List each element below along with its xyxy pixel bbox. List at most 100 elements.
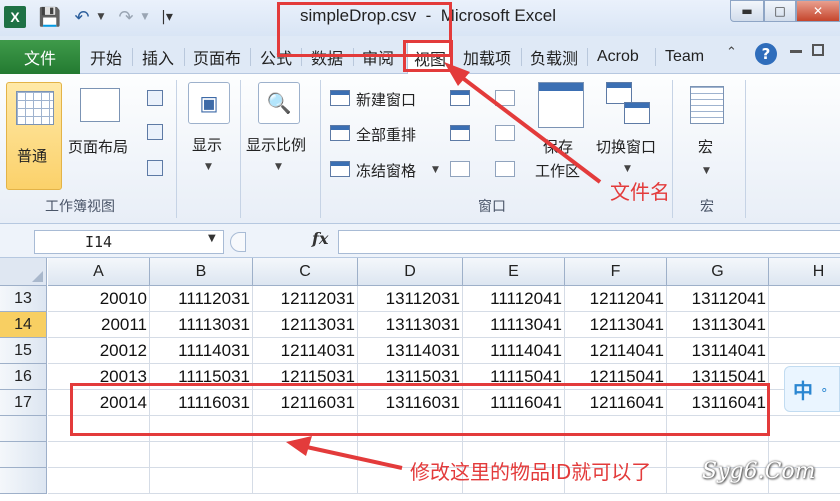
tab-team[interactable]: Team	[665, 40, 704, 74]
cell[interactable]: 12114031	[253, 338, 358, 364]
page-layout-button[interactable]: 页面布局	[68, 136, 128, 157]
cell[interactable]: 12113031	[253, 312, 358, 338]
tab-load-test[interactable]: 负载测	[530, 40, 578, 74]
select-all-corner[interactable]	[0, 258, 47, 286]
redo-icon[interactable]: ↷	[116, 6, 136, 28]
insert-function-icon[interactable]: fx	[312, 229, 328, 248]
cell[interactable]: 20010	[48, 286, 150, 312]
cell[interactable]: 13113041	[667, 312, 769, 338]
ribbon-collapse-icon[interactable]: ⌃	[726, 45, 737, 60]
formula-input[interactable]	[338, 230, 840, 254]
zoom-dropdown-icon[interactable]: ▼	[275, 162, 282, 172]
excel-app-icon[interactable]: X	[4, 6, 26, 28]
custom-views-icon[interactable]	[147, 124, 163, 140]
view-side-by-side-icon[interactable]	[495, 90, 515, 106]
cell[interactable]: 11112041	[463, 286, 565, 312]
column-header-h[interactable]: H	[769, 258, 840, 286]
ime-language-indicator[interactable]: 中 °	[784, 366, 840, 412]
cell[interactable]: 12112031	[253, 286, 358, 312]
reset-window-position-icon[interactable]	[495, 161, 515, 177]
tab-acrobat[interactable]: Acrob	[597, 40, 639, 74]
cell[interactable]: 20012	[48, 338, 150, 364]
workbook-minimize-icon[interactable]	[790, 50, 802, 53]
cell[interactable]	[48, 468, 150, 494]
tab-insert[interactable]: 插入	[142, 40, 174, 74]
row-header[interactable]: 16	[0, 364, 47, 390]
cell[interactable]: 11114041	[463, 338, 565, 364]
name-box-dropdown-icon[interactable]: ▼	[208, 233, 216, 244]
redo-dropdown-icon[interactable]: ▼	[140, 6, 150, 28]
macros-dropdown-icon[interactable]: ▼	[703, 166, 710, 176]
name-box[interactable]: I14	[34, 230, 224, 254]
cell[interactable]	[769, 286, 840, 312]
page-break-preview-icon[interactable]	[147, 90, 163, 106]
row-header[interactable]: 13	[0, 286, 47, 312]
formula-bar-resize-handle[interactable]	[230, 232, 246, 252]
row-header[interactable]: 14	[0, 312, 47, 338]
cell[interactable]: 11114031	[150, 338, 253, 364]
freeze-panes-dropdown-icon[interactable]: ▼	[432, 165, 439, 175]
help-icon[interactable]: ?	[755, 43, 777, 65]
column-header-f[interactable]: F	[565, 258, 667, 286]
row-header[interactable]: 17	[0, 390, 47, 416]
workbook-restore-icon[interactable]	[812, 44, 824, 56]
cell[interactable]	[769, 338, 840, 364]
row-header[interactable]	[0, 416, 47, 442]
cell[interactable]: 13114041	[667, 338, 769, 364]
cell[interactable]: 20011	[48, 312, 150, 338]
switch-windows-dropdown-icon[interactable]: ▼	[624, 164, 631, 174]
cell[interactable]	[253, 442, 358, 468]
cell[interactable]: 12113041	[565, 312, 667, 338]
column-header-a[interactable]: A	[48, 258, 150, 286]
column-header-d[interactable]: D	[358, 258, 463, 286]
cell[interactable]	[253, 468, 358, 494]
cell[interactable]: 12114041	[565, 338, 667, 364]
cell[interactable]	[150, 442, 253, 468]
tab-page-layout[interactable]: 页面布	[193, 40, 241, 74]
save-workspace-button-line2[interactable]: 工作区	[535, 160, 580, 181]
cell[interactable]: 11112031	[150, 286, 253, 312]
cell[interactable]: 13113031	[358, 312, 463, 338]
new-window-button[interactable]: 新建窗口	[356, 89, 416, 110]
arrange-all-button[interactable]: 全部重排	[356, 124, 416, 145]
row-header[interactable]	[0, 442, 47, 468]
row-header[interactable]	[0, 468, 47, 494]
cell[interactable]: 13114031	[358, 338, 463, 364]
show-dropdown-icon[interactable]: ▼	[205, 162, 212, 172]
synchronous-scrolling-icon[interactable]	[495, 125, 515, 141]
cell[interactable]	[769, 312, 840, 338]
switch-windows-button[interactable]: 切换窗口	[596, 136, 656, 157]
cell[interactable]	[769, 416, 840, 442]
tab-file[interactable]: 文件	[0, 40, 80, 74]
customize-quick-access-icon[interactable]: |▾	[160, 6, 174, 28]
maximize-button[interactable]: □	[764, 0, 796, 22]
close-button[interactable]: ✕	[796, 0, 840, 22]
column-header-e[interactable]: E	[463, 258, 565, 286]
normal-view-button[interactable]: 普通	[6, 82, 62, 190]
hide-icon[interactable]	[450, 125, 470, 141]
minimize-button[interactable]: ▬	[730, 0, 764, 22]
save-workspace-button[interactable]: 保存	[543, 136, 573, 157]
freeze-panes-button[interactable]: 冻结窗格	[356, 160, 416, 181]
cell[interactable]	[150, 468, 253, 494]
row-header[interactable]: 15	[0, 338, 47, 364]
column-header-b[interactable]: B	[150, 258, 253, 286]
unhide-icon[interactable]	[450, 161, 470, 177]
save-icon[interactable]: 💾	[39, 6, 61, 28]
macros-button[interactable]: 宏	[698, 136, 713, 157]
tab-add-ins[interactable]: 加载项	[463, 40, 511, 74]
zoom-button[interactable]: 显示比例	[246, 134, 306, 155]
cell[interactable]: 11113031	[150, 312, 253, 338]
cell[interactable]: 13112041	[667, 286, 769, 312]
undo-icon[interactable]: ↶	[72, 6, 92, 28]
show-button[interactable]: 显示	[192, 134, 222, 155]
undo-dropdown-icon[interactable]: ▼	[96, 6, 106, 28]
column-header-g[interactable]: G	[667, 258, 769, 286]
cell[interactable]: 12112041	[565, 286, 667, 312]
tab-home[interactable]: 开始	[90, 40, 122, 74]
cell[interactable]: 13112031	[358, 286, 463, 312]
cell[interactable]	[48, 442, 150, 468]
split-icon[interactable]	[450, 90, 470, 106]
full-screen-icon[interactable]	[147, 160, 163, 176]
cell[interactable]: 11113041	[463, 312, 565, 338]
